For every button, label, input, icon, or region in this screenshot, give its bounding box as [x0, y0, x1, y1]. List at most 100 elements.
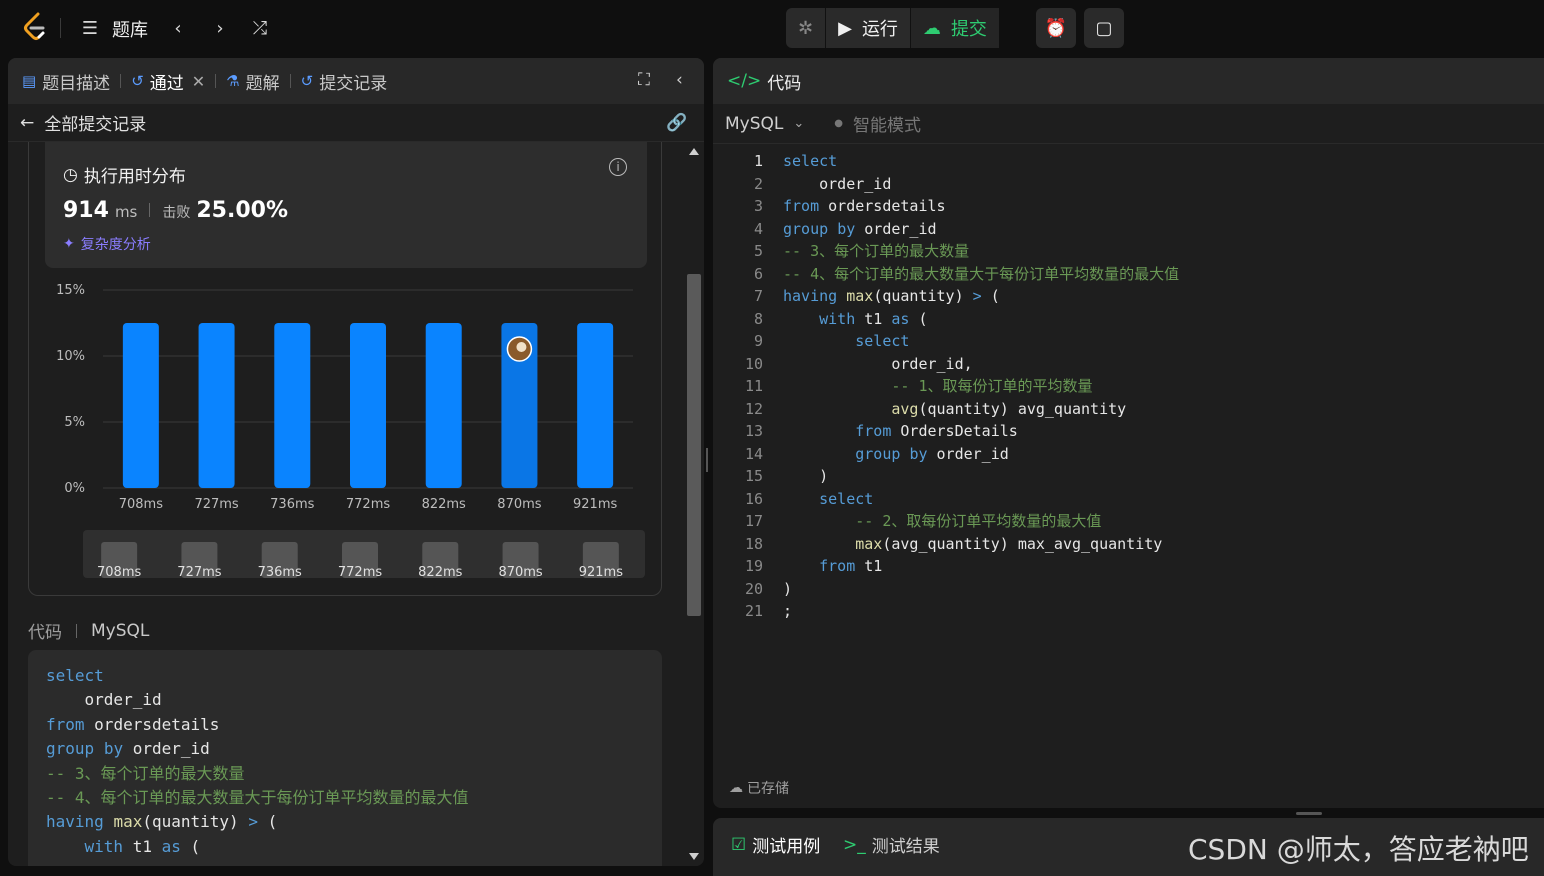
line-number: 8 — [753, 309, 763, 328]
run-label: 运行 — [861, 19, 898, 40]
code-line: from OrdersDetails — [855, 422, 1018, 440]
code-line: select — [783, 152, 838, 170]
code-line: group by order_id — [783, 219, 937, 238]
chevron-left-icon[interactable]: ‹ — [164, 14, 192, 42]
code-line: select — [855, 332, 910, 350]
beats-value: 25.00% — [196, 198, 289, 223]
navigator-label: 708ms — [97, 565, 141, 580]
code-line: order_id, — [891, 354, 973, 373]
complexity-analysis-link[interactable]: ✦ 复杂度分析 — [63, 234, 151, 254]
editor-toolbar: MySQL ⌄ ● 智能模式 — [713, 104, 1544, 144]
y-tick-label: 15% — [56, 283, 85, 298]
line-number: 9 — [753, 332, 763, 350]
cloud-icon: ☁ — [729, 780, 743, 796]
close-icon[interactable]: ✕ — [192, 72, 205, 91]
tab-solutions[interactable]: ⚗ 题解 — [226, 58, 289, 104]
runtime-value: 914 — [63, 198, 109, 223]
line-number: 3 — [753, 197, 763, 215]
watermark: CSDN @师太，答应老衲吧 — [1188, 833, 1529, 866]
runtime-unit: ms — [114, 203, 138, 221]
code-line: ; — [783, 602, 793, 620]
y-tick-label: 0% — [64, 481, 85, 496]
top-bar: ☰ 题库 ‹ › ⤮ ✲ ▶ 运行 ☁ 提交 ⏰ ▢ — [0, 0, 1544, 56]
x-tick-label: 822ms — [422, 497, 466, 512]
alarm-button[interactable]: ⏰ — [1036, 8, 1076, 48]
scroll-up-icon[interactable] — [689, 148, 699, 155]
smart-mode-toggle[interactable]: 智能模式 — [853, 111, 921, 136]
info-icon[interactable]: i — [609, 158, 627, 176]
flask-icon: ⚗ — [226, 72, 240, 90]
clock-icon: ◷ — [63, 164, 78, 185]
line-number: 4 — [753, 219, 763, 238]
chart-bar — [577, 323, 614, 488]
distribution-title-text: 执行用时分布 — [83, 167, 186, 187]
saved-label: 已存储 — [747, 781, 789, 797]
code-line: from ordersdetails — [46, 714, 220, 734]
tab-submissions[interactable]: ↺ 提交记录 — [301, 58, 398, 104]
back-row: ← 全部提交记录 🔗 — [8, 104, 704, 142]
code-editor[interactable]: 1 select 2 order_id 3 from ordersdetails 4 gro… — [713, 150, 1544, 690]
code-line: -- 3、每个订单的最大数量 — [46, 763, 245, 783]
left-tab-bar: ▤ 题目描述 ↺ 通过 ✕ ⚗ 题解 ↺ 提交记录 ⛶ ‹ — [8, 58, 704, 104]
code-line: with t1 as ( — [84, 836, 201, 856]
code-line: from ordersdetails — [783, 197, 946, 215]
divider — [120, 74, 122, 88]
code-label: 代码 — [28, 623, 62, 643]
code-line: having max(quantity) > ( — [783, 287, 1000, 305]
fullscreen-icon[interactable]: ⛶ — [638, 70, 650, 90]
panel-resize-handle[interactable] — [1296, 812, 1322, 815]
note-button[interactable]: ▢ — [1084, 8, 1124, 48]
all-submissions-link[interactable]: 全部提交记录 — [44, 110, 146, 135]
list-icon[interactable]: ☰ — [76, 14, 104, 42]
language-select[interactable]: MySQL — [725, 114, 783, 134]
runtime-stat: 914 ms 击败 25.00% — [63, 198, 288, 223]
collapse-icon[interactable]: ‹ — [676, 70, 683, 90]
leetcode-logo-icon[interactable] — [22, 12, 48, 42]
navigator-label: 736ms — [258, 565, 302, 580]
scrollbar[interactable] — [684, 142, 704, 866]
scroll-down-icon[interactable] — [689, 853, 699, 860]
document-icon: ▤ — [22, 72, 37, 90]
tab-label: 通过 — [149, 73, 184, 94]
divider — [215, 74, 217, 88]
testcase-label: 测试用例 — [752, 837, 821, 857]
code-line: -- 2、取每份订单平均数量的最大值 — [855, 512, 1102, 530]
scroll-thumb[interactable] — [687, 274, 701, 616]
code-line: having max(quantity) > ( — [46, 812, 278, 832]
code-line: avg(quantity) avg_quantity — [891, 399, 1127, 418]
code-line: -- 3、每个订单的最大数量 — [783, 242, 970, 260]
code-line: order_id — [819, 174, 892, 193]
history-icon: ↺ — [300, 72, 314, 90]
navigator-label: 921ms — [579, 565, 623, 580]
panel-resize-handle[interactable] — [706, 448, 708, 472]
link-icon[interactable]: 🔗 — [666, 113, 687, 133]
runtime-distribution-card: ◷ 执行用时分布 i 914 ms 击败 25.00% ✦ 复杂度分析 0% 5%… — [28, 142, 662, 596]
debug-button[interactable]: ✲ — [786, 8, 825, 48]
checkbox-icon: ☑ — [731, 834, 747, 855]
line-number: 11 — [744, 377, 763, 395]
chevron-down-icon[interactable]: ⌄ — [793, 116, 804, 131]
tab-test-result[interactable]: >_ 测试结果 — [843, 832, 940, 858]
code-line: group by order_id — [855, 444, 1009, 463]
tab-description[interactable]: ▤ 题目描述 — [22, 58, 120, 104]
result-label: 测试结果 — [871, 837, 940, 857]
chevron-right-icon[interactable]: › — [206, 14, 234, 42]
tab-testcase[interactable]: ☑ 测试用例 — [731, 832, 821, 858]
navigator-label: 822ms — [418, 565, 462, 580]
shuffle-icon[interactable]: ⤮ — [246, 14, 274, 42]
arrow-left-icon[interactable]: ← — [20, 113, 34, 133]
run-button[interactable]: ▶ 运行 — [826, 8, 910, 48]
code-line: with t1 as ( — [819, 309, 928, 328]
sparkle-icon: ✦ — [63, 236, 75, 252]
submit-button[interactable]: ☁ 提交 — [910, 8, 999, 48]
code-line: -- 4、每个订单的最大数量大于每份订单平均数量的最大值 — [46, 788, 469, 808]
line-number: 21 — [744, 602, 763, 620]
navigator-label: 727ms — [177, 565, 221, 580]
tab-accepted[interactable]: ↺ 通过 ✕ — [131, 58, 215, 104]
problems-link[interactable]: 题库 — [112, 16, 148, 42]
x-tick-label: 736ms — [270, 497, 314, 512]
code-line: from t1 — [819, 557, 883, 575]
note-icon: ▢ — [1095, 17, 1113, 39]
code-language: MySQL — [91, 620, 150, 641]
code-icon: </> — [727, 71, 762, 91]
